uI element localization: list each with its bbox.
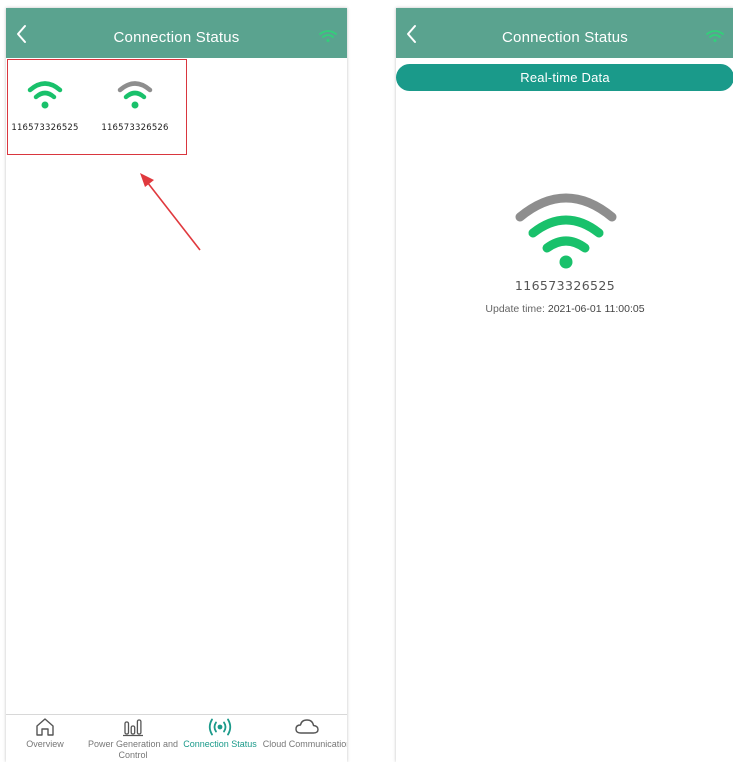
- home-icon: [36, 718, 54, 736]
- nav-item-overview[interactable]: Overview: [6, 715, 88, 762]
- wifi-connected-icon: [27, 81, 63, 109]
- device-id: 116573326526: [101, 123, 169, 133]
- nav-item-cloud-communication[interactable]: Cloud Communication: [263, 715, 347, 762]
- nav-item-connection-status[interactable]: Connection Status: [177, 715, 263, 762]
- nav-label: Overview: [26, 739, 64, 749]
- wifi-icon: [706, 30, 724, 42]
- nav-label: Cloud Communication: [262, 739, 347, 749]
- wifi-signal-large-icon: [515, 193, 617, 269]
- device-list-highlight: 116573326525 116573326526: [7, 59, 187, 155]
- device-item[interactable]: 116573326526: [92, 60, 178, 150]
- device-id: 116573326525: [11, 123, 79, 133]
- bar-chart-icon: [123, 719, 143, 737]
- app-header: Connection Status: [396, 8, 733, 58]
- wifi-icon: [319, 30, 337, 42]
- device-item[interactable]: 116573326525: [6, 60, 88, 150]
- app-header: Connection Status: [6, 8, 347, 58]
- nav-label: Connection Status: [183, 739, 257, 749]
- right-phone-screen: Connection Status Real-time Data 1165733…: [396, 8, 733, 762]
- update-time-label: Update time:: [485, 303, 545, 315]
- bottom-navigation: Overview Power Generation and Control Co…: [6, 714, 347, 762]
- wifi-disconnected-icon: [117, 81, 153, 109]
- nav-item-power-generation[interactable]: Power Generation and Control: [88, 715, 178, 762]
- update-time-value: 2021-06-01 11:00:05: [547, 303, 645, 315]
- cloud-icon: [295, 719, 319, 734]
- left-phone-screen: Connection Status 116573326525 116573326…: [6, 8, 347, 762]
- nav-label: Power Generation and Control: [87, 739, 179, 760]
- tab-real-time-data[interactable]: Real-time Data: [396, 64, 733, 91]
- signal-broadcast-icon: [208, 718, 232, 736]
- device-id: 116573326525: [514, 278, 616, 293]
- annotation-arrow-icon: [140, 173, 201, 251]
- page-title: Connection Status: [502, 29, 628, 46]
- update-time: Update time: 2021-06-01 11:00:05: [396, 303, 733, 315]
- page-title: Connection Status: [113, 29, 240, 46]
